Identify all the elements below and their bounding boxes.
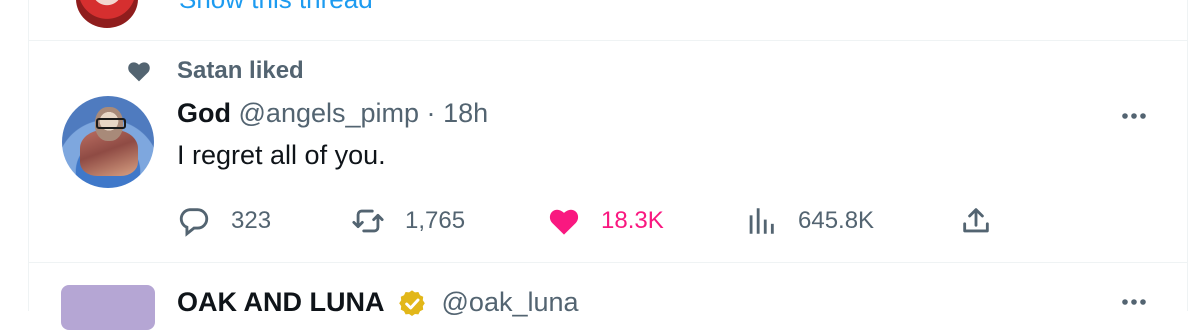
next-author-handle[interactable]: @oak_luna (442, 287, 579, 317)
retweet-count: 1,765 (405, 207, 466, 234)
social-context[interactable]: Satan liked (177, 57, 304, 85)
more-horizontal-icon[interactable] (1115, 292, 1149, 312)
tweet-text: I regret all of you. (177, 140, 386, 170)
timeline-column: Show this thread Satan liked God @angels… (28, 0, 1188, 330)
views-button[interactable]: 645.8K (744, 200, 874, 242)
gold-verified-badge-icon[interactable] (396, 288, 428, 320)
tweet-divider (29, 40, 1187, 41)
avatar-glasses (96, 118, 126, 129)
share-button[interactable] (959, 200, 993, 242)
tweet-divider (29, 262, 1187, 263)
more-horizontal-icon[interactable] (1115, 106, 1149, 126)
separator-dot: · (426, 98, 436, 128)
next-tweet-header: OAK AND LUNA @oak_luna (177, 287, 579, 320)
like-button[interactable]: 18.3K (547, 200, 664, 242)
reply-button[interactable]: 323 (177, 200, 271, 242)
view-count: 645.8K (798, 207, 875, 234)
previous-tweet-avatar[interactable] (76, 0, 138, 28)
retweet-button[interactable]: 1,765 (351, 200, 465, 242)
speech-bubble-icon (179, 208, 209, 237)
avatar[interactable] (62, 96, 154, 188)
next-tweet-avatar[interactable] (61, 285, 155, 330)
tweet-header: God @angels_pimp · 18h (177, 98, 488, 129)
like-count: 18.3K (601, 207, 664, 234)
author-name[interactable]: God (177, 98, 231, 128)
next-author-name[interactable]: OAK AND LUNA (177, 287, 384, 317)
author-handle[interactable]: @angels_pimp (239, 98, 420, 128)
reply-count: 323 (231, 207, 272, 234)
show-this-thread-link[interactable]: Show this thread (179, 0, 373, 15)
heart-filled-icon (128, 62, 150, 82)
share-upload-icon (963, 208, 989, 233)
retweet-icon (352, 209, 384, 233)
timestamp[interactable]: 18h (443, 98, 488, 128)
heart-filled-icon (549, 209, 579, 235)
analytics-bars-icon (749, 208, 774, 234)
